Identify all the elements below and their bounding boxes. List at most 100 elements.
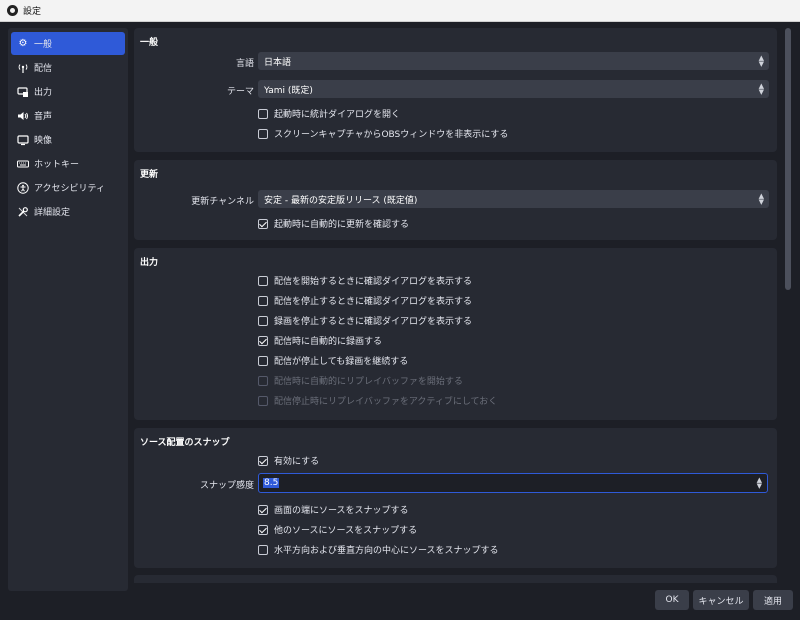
checkbox-box — [258, 395, 268, 406]
checkbox-box — [258, 335, 268, 346]
gear-icon: ⚙ — [18, 38, 28, 49]
sidebar-item-video[interactable]: 映像 — [11, 128, 125, 151]
language-value: 日本語 — [264, 57, 292, 68]
section-snapping: ソース配置のスナップ 有効にする スナップ感度 8.5 ▲ ▼ 画面の端にソースを… — [134, 428, 777, 568]
hide-obs-capture-checkbox[interactable]: スクリーンキャプチャからOBSウィンドウを非表示にする — [258, 127, 508, 140]
sidebar-item-label: 音声 — [34, 112, 53, 122]
cancel-button[interactable]: キャンセル — [693, 590, 749, 610]
checkbox-label: 配信を開始するときに確認ダイアログを表示する — [274, 277, 473, 287]
keyboard-icon — [17, 158, 29, 170]
section-output: 出力 配信を開始するときに確認ダイアログを表示する 配信を停止するときに確認ダイ… — [134, 248, 777, 420]
settings-sidebar: ⚙ 一般 配信 出力 音声 映像 ホットキー アクセシビリティ 詳細設定 — [8, 28, 128, 591]
checkbox-box — [258, 295, 268, 306]
checkbox-box — [258, 275, 268, 286]
sidebar-item-label: 出力 — [34, 88, 53, 98]
output-icon — [17, 86, 29, 98]
ok-button[interactable]: OK — [655, 590, 689, 610]
updown-chevron-icon: ▲ ▼ — [758, 82, 764, 96]
settings-window: ⚙ 一般 配信 出力 音声 映像 ホットキー アクセシビリティ 詳細設定 一般 … — [0, 22, 800, 620]
checkbox-box — [258, 108, 268, 119]
checkbox-box — [258, 524, 268, 535]
theme-label: テーマ — [226, 87, 254, 97]
confirm-stop-stream-checkbox[interactable]: 配信を停止するときに確認ダイアログを表示する — [258, 294, 472, 307]
checkbox-label: 配信を停止するときに確認ダイアログを表示する — [274, 297, 473, 307]
section-update: 更新 更新チャンネル 安定 - 最新の安定版リリース (既定値) ▲ ▼ 起動時に… — [134, 160, 777, 240]
checkbox-box — [258, 315, 268, 326]
sidebar-item-label: 詳細設定 — [34, 208, 71, 218]
sidebar-item-general[interactable]: ⚙ 一般 — [11, 32, 125, 55]
sidebar-item-accessibility[interactable]: アクセシビリティ — [11, 176, 125, 199]
language-select[interactable]: 日本語 ▲ ▼ — [258, 52, 769, 70]
sidebar-item-hotkeys[interactable]: ホットキー — [11, 152, 125, 175]
checkbox-box — [258, 128, 268, 139]
confirm-stop-record-checkbox[interactable]: 録画を停止するときに確認ダイアログを表示する — [258, 314, 472, 327]
checkbox-box — [258, 355, 268, 366]
window-title: 設定 — [23, 7, 42, 17]
enable-snapping-checkbox[interactable]: 有効にする — [258, 454, 319, 467]
updown-chevron-icon: ▲ ▼ — [758, 192, 764, 206]
sidebar-item-label: アクセシビリティ — [34, 184, 106, 194]
checkbox-label: 他のソースにソースをスナップする — [274, 526, 418, 536]
sidebar-item-label: 映像 — [34, 136, 53, 146]
auto-replay-buffer-checkbox: 配信時に自動的にリプレイバッファを開始する — [258, 374, 463, 387]
checkbox-box — [258, 218, 268, 229]
section-title-output: 出力 — [140, 258, 159, 268]
section-general: 一般 言語 日本語 ▲ ▼ テーマ Yami (既定) ▲ ▼ 起動時に統計ダイアロ… — [134, 28, 777, 152]
checkbox-label: 配信停止時にリプレイバッファをアクティブにしておく — [274, 397, 498, 407]
section-title-general: 一般 — [140, 38, 159, 48]
scrollbar-thumb[interactable] — [785, 28, 791, 290]
apply-button[interactable]: 適用 — [753, 590, 793, 610]
section-next-peek — [134, 575, 777, 583]
sidebar-item-label: 配信 — [34, 64, 53, 74]
checkbox-label: 配信が停止しても録画を継続する — [274, 357, 409, 367]
section-title-snapping: ソース配置のスナップ — [140, 438, 230, 448]
content-scrollbar[interactable] — [784, 28, 792, 583]
snap-screen-edge-checkbox[interactable]: 画面の端にソースをスナップする — [258, 503, 409, 516]
obs-logo-icon — [7, 5, 18, 16]
checkbox-label: 有効にする — [274, 457, 320, 467]
checkbox-box — [258, 504, 268, 515]
broadcast-icon — [17, 62, 29, 74]
sidebar-item-output[interactable]: 出力 — [11, 80, 125, 103]
settings-content: 一般 言語 日本語 ▲ ▼ テーマ Yami (既定) ▲ ▼ 起動時に統計ダイアロ… — [134, 28, 780, 583]
monitor-icon — [17, 134, 29, 146]
section-title-update: 更新 — [140, 170, 159, 180]
checkbox-box — [258, 455, 268, 466]
snap-other-sources-checkbox[interactable]: 他のソースにソースをスナップする — [258, 523, 417, 536]
update-channel-select[interactable]: 安定 - 最新の安定版リリース (既定値) ▲ ▼ — [258, 190, 769, 208]
updown-chevron-icon: ▲ ▼ — [758, 54, 764, 68]
language-label: 言語 — [235, 59, 254, 69]
checkbox-label: 起動時に自動的に更新を確認する — [274, 220, 410, 230]
checkbox-label: 配信時に自動的にリプレイバッファを開始する — [274, 377, 463, 387]
sidebar-item-advanced[interactable]: 詳細設定 — [11, 200, 125, 223]
snap-sensitivity-spinbox[interactable]: 8.5 ▲ ▼ — [258, 473, 768, 493]
snap-sensitivity-value: 8.5 — [263, 478, 280, 488]
checkbox-label: スクリーンキャプチャからOBSウィンドウを非表示にする — [274, 130, 509, 140]
checkbox-box — [258, 375, 268, 386]
wrench-icon — [17, 206, 29, 218]
keep-recording-checkbox[interactable]: 配信が停止しても録画を継続する — [258, 354, 408, 367]
checkbox-label: 録画を停止するときに確認ダイアログを表示する — [274, 317, 473, 327]
confirm-start-stream-checkbox[interactable]: 配信を開始するときに確認ダイアログを表示する — [258, 274, 472, 287]
sidebar-item-label: 一般 — [34, 40, 53, 50]
checkbox-label: 起動時に統計ダイアログを開く — [274, 110, 401, 120]
sidebar-item-stream[interactable]: 配信 — [11, 56, 125, 79]
keep-replay-buffer-checkbox: 配信停止時にリプレイバッファをアクティブにしておく — [258, 394, 497, 407]
update-channel-label: 更新チャンネル — [191, 197, 254, 207]
checkbox-label: 画面の端にソースをスナップする — [274, 506, 409, 516]
snap-center-checkbox[interactable]: 水平方向および垂直方向の中心にソースをスナップする — [258, 543, 499, 556]
auto-update-check-checkbox[interactable]: 起動時に自動的に更新を確認する — [258, 217, 409, 230]
title-bar: 設定 — [0, 0, 800, 22]
speaker-icon — [17, 110, 29, 122]
checkbox-label: 水平方向および垂直方向の中心にソースをスナップする — [274, 546, 499, 556]
auto-record-checkbox[interactable]: 配信時に自動的に録画する — [258, 334, 382, 347]
checkbox-label: 配信時に自動的に録画する — [274, 337, 383, 347]
accessibility-icon — [17, 181, 29, 194]
snap-sensitivity-label: スナップ感度 — [199, 481, 254, 491]
updown-chevron-icon[interactable]: ▲ ▼ — [757, 477, 762, 490]
update-channel-value: 安定 - 最新の安定版リリース (既定値) — [264, 195, 418, 206]
open-stats-checkbox[interactable]: 起動時に統計ダイアログを開く — [258, 107, 400, 120]
theme-select[interactable]: Yami (既定) ▲ ▼ — [258, 80, 769, 98]
sidebar-item-audio[interactable]: 音声 — [11, 104, 125, 127]
sidebar-item-label: ホットキー — [34, 160, 80, 170]
